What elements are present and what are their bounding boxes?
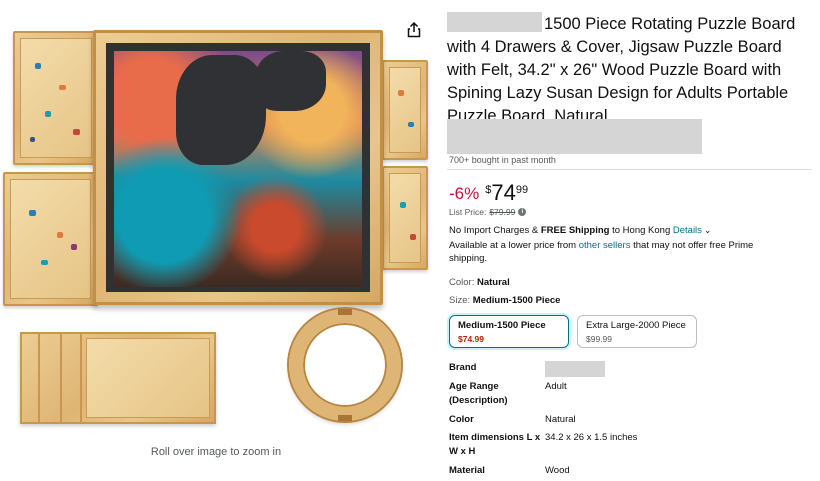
- color-value: Natural: [476, 277, 510, 288]
- color-selection: Color: Natural: [449, 277, 510, 288]
- spec-key: Age Range (Description): [449, 381, 508, 406]
- drawer-image: [13, 31, 99, 165]
- drawer-image: [80, 332, 82, 424]
- info-icon[interactable]: i: [518, 208, 527, 216]
- brand-redaction: [447, 12, 542, 32]
- shipping-details-link[interactable]: Details: [673, 225, 702, 236]
- color-label: Color:: [449, 277, 475, 288]
- size-option-name: Extra Large-2000 Piece: [586, 320, 686, 331]
- bought-past-month: 700+ bought in past month: [449, 155, 556, 165]
- spec-key: Item dimensions L x W x H: [449, 432, 541, 457]
- drawer-image: [60, 332, 62, 424]
- chevron-down-icon[interactable]: ⌄: [704, 225, 712, 236]
- size-label: Size:: [449, 295, 471, 306]
- lower-price-notice: Available at a lower price from other se…: [449, 239, 789, 265]
- shipping-info: No Import Charges & FREE Shipping to Hon…: [449, 225, 711, 236]
- spec-key: Material: [449, 465, 485, 476]
- zoom-hint: Roll over image to zoom in: [150, 446, 282, 458]
- divider: [447, 169, 812, 170]
- list-price-label: List Price:: [449, 207, 487, 217]
- drawer-image: [38, 332, 40, 424]
- product-title: 1500 Piece Rotating Puzzle Board with 4 …: [447, 12, 812, 128]
- size-option-name: Medium-1500 Piece: [458, 320, 546, 331]
- drawer-image: [382, 60, 428, 160]
- spec-value: Adult: [545, 381, 567, 392]
- list-price-value: $79.99: [489, 207, 516, 217]
- spec-value: Wood: [545, 465, 570, 476]
- lower-price-prefix: Available at a lower price from: [449, 240, 579, 251]
- list-price: List Price: $79.99 i: [449, 207, 527, 217]
- brand-link-redaction: [447, 119, 702, 154]
- drawer-image: [382, 166, 428, 270]
- size-option-extra-large[interactable]: Extra Large-2000 Piece $99.99: [577, 315, 697, 348]
- shipping-prefix: No Import Charges &: [449, 225, 541, 236]
- spec-key: Color: [449, 414, 474, 425]
- spec-value: [545, 361, 605, 382]
- spec-row-material: Material Wood: [449, 464, 809, 478]
- size-selection: Size: Medium-1500 Piece: [449, 295, 560, 306]
- discount-percent: -6%: [449, 184, 480, 203]
- spec-row-dimensions: Item dimensions L x W x H 34.2 x 26 x 1.…: [449, 431, 809, 459]
- shipping-destination: to Hong Kong: [609, 225, 673, 236]
- spec-value: Natural: [545, 414, 576, 425]
- spec-value: 34.2 x 26 x 1.5 inches: [545, 432, 638, 443]
- puzzle-board-image: [93, 30, 383, 305]
- size-value: Medium-1500 Piece: [472, 295, 561, 306]
- share-icon[interactable]: [404, 20, 424, 40]
- size-option-price: $99.99: [586, 334, 612, 344]
- price-whole: 74: [491, 180, 516, 205]
- other-sellers-link[interactable]: other sellers: [579, 240, 631, 251]
- free-shipping-label: FREE Shipping: [540, 225, 610, 236]
- size-option-medium[interactable]: Medium-1500 Piece $74.99: [449, 315, 569, 348]
- lazy-susan-ring-image: [289, 309, 401, 421]
- spec-row-age-range: Age Range (Description) Adult: [449, 380, 809, 408]
- spec-row-color: Color Natural: [449, 413, 809, 427]
- spec-row-brand: Brand: [449, 361, 809, 382]
- drawer-image: [3, 172, 98, 306]
- brand-value-redaction: [545, 361, 605, 377]
- price-fraction: 99: [515, 184, 529, 196]
- price-block: -6% $ 74 99: [449, 181, 528, 205]
- product-image-gallery[interactable]: Roll over image to zoom in: [0, 0, 432, 481]
- size-option-price: $74.99: [458, 334, 484, 344]
- spec-key: Brand: [449, 362, 477, 373]
